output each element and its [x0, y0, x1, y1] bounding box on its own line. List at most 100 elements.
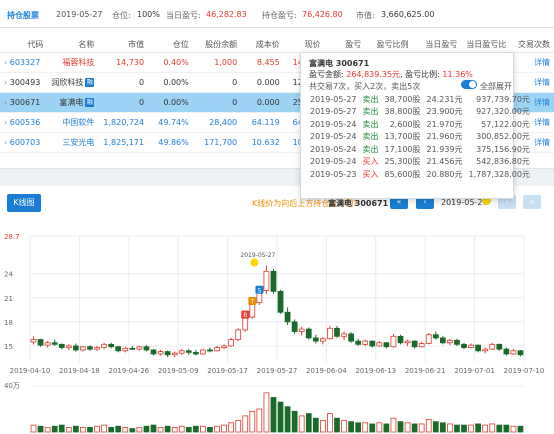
market-value-cell: 1,825,171	[98, 132, 149, 153]
trade-price: 21.960元	[426, 132, 463, 142]
col-position[interactable]: 仓位	[148, 36, 193, 53]
stock-code[interactable]: 300671	[10, 98, 41, 107]
detail-link[interactable]: 详情	[534, 138, 550, 147]
kline-panel: K线图 K线价为向后上方持仓价不同? 富满电 300671 « ‹ 2019-0…	[0, 186, 554, 434]
col-price[interactable]: 现价	[283, 36, 325, 53]
candle-body	[228, 339, 234, 347]
expand-arrow-icon[interactable]: ›	[4, 78, 7, 87]
col-trade-count[interactable]: 交易次数	[510, 36, 554, 53]
candle-body	[355, 340, 362, 345]
detail-link[interactable]: 详情	[534, 58, 550, 67]
summary-date: 2019-05-27	[56, 10, 103, 19]
volume-bar	[178, 425, 185, 433]
trade-date: 2019-05-24	[310, 157, 357, 167]
trade-amount: 375,156.90元	[476, 144, 530, 154]
stock-name[interactable]: 中国软件	[47, 112, 99, 133]
kline-date: 2019-05-27	[441, 198, 488, 207]
stock-name[interactable]: 福蓉科技	[47, 52, 99, 73]
expand-all-toggle[interactable]	[461, 80, 477, 89]
trade-action: 卖出	[362, 144, 379, 154]
x-tick-label: 2019-07-01	[454, 367, 495, 375]
last-button[interactable]: »	[523, 195, 541, 209]
volume-bar	[214, 425, 220, 433]
detail-link[interactable]: 详情	[534, 78, 550, 87]
expand-arrow-icon[interactable]: ›	[4, 118, 7, 127]
detail-link[interactable]: 详情	[534, 118, 550, 127]
volume-bar	[305, 413, 312, 433]
stock-name[interactable]: 润欣科技	[51, 78, 83, 87]
candle-body	[164, 351, 171, 356]
volume-bar	[390, 417, 397, 433]
col-cost[interactable]: 成本价	[241, 36, 284, 53]
candle-body	[461, 343, 467, 348]
trade-date: 2019-05-27	[310, 94, 357, 104]
candle-body	[115, 346, 122, 352]
candle-body	[320, 338, 326, 342]
candle-body	[298, 328, 305, 332]
candle-body	[305, 328, 312, 339]
candle-body	[221, 345, 227, 348]
cost-cell: 10.632	[241, 132, 284, 153]
col-shares[interactable]: 股份余额	[192, 36, 242, 53]
expand-arrow-icon[interactable]: ›	[4, 138, 7, 147]
volume-bar	[475, 423, 481, 433]
col-name[interactable]: 名称	[47, 36, 99, 53]
col-pl[interactable]: 盈亏	[324, 36, 366, 53]
candle-body	[80, 346, 86, 351]
volume-bar	[327, 413, 333, 433]
trade-amount: 1,787,328.00元	[468, 169, 530, 179]
stock-name[interactable]: 三安光电	[47, 132, 99, 153]
volume-bar	[108, 426, 115, 433]
detail-link[interactable]: 详情	[534, 98, 550, 107]
x-tick-label: 2019-06-13	[355, 367, 396, 375]
stock-code[interactable]: 600703	[10, 138, 41, 147]
candle-body	[235, 329, 242, 340]
stock-code[interactable]: 300493	[10, 78, 41, 87]
col-code[interactable]: 代码	[0, 36, 48, 53]
volume-bar	[256, 408, 263, 433]
hold-pl-label: 持仓盈亏:	[262, 11, 297, 20]
candle-body	[425, 334, 432, 344]
x-tick-label: 2019-05-09	[158, 367, 199, 375]
trade-qty: 17,100股	[384, 144, 421, 154]
expand-arrow-icon[interactable]: ›	[4, 58, 7, 67]
stock-code[interactable]: 603327	[10, 58, 41, 67]
popup-trade-summary: 共交易7次，买入2次，卖出5次	[309, 82, 421, 91]
position-cell: 0.00%	[148, 72, 193, 93]
candle-body	[94, 347, 100, 350]
expand-arrow-icon[interactable]: ›	[4, 98, 7, 107]
col-value[interactable]: 市值	[98, 36, 149, 53]
trade-qty: 13,700股	[384, 132, 421, 142]
col-day-pl-ratio[interactable]: 当日盈亏比	[461, 36, 511, 53]
stock-name[interactable]: 富满电	[59, 98, 83, 107]
market-value-cell: 0	[98, 92, 149, 113]
shares-cell: 171,700	[192, 132, 242, 153]
candle-body	[432, 334, 439, 339]
trade-date: 2019-05-24	[310, 119, 357, 129]
candle-body	[369, 340, 376, 347]
cost-cell: 0.000	[241, 92, 284, 113]
volume-bar	[44, 426, 51, 433]
candle-body	[411, 340, 418, 348]
candle-body	[334, 327, 340, 337]
kline-tab[interactable]: K线图	[7, 194, 41, 212]
kline-chart[interactable]: 28.7 24 21 18 15 2019-04-10 2019-04-18 2019-04-…	[0, 230, 554, 434]
candle-body	[136, 346, 143, 350]
trade-amount: 542,836.80元	[476, 157, 530, 167]
candle-body	[178, 350, 185, 354]
col-day-pl[interactable]: 当日盈亏	[412, 36, 462, 53]
stock-code[interactable]: 600536	[10, 118, 41, 127]
col-pl-ratio[interactable]: 盈亏比例	[365, 36, 413, 53]
shares-cell: 28,400	[192, 112, 242, 133]
candle-body	[30, 339, 37, 343]
candle-body	[447, 339, 453, 344]
trade-row: 2019-05-23 买入 85,600股 20.880元 1,787,328.00元	[307, 168, 533, 181]
volume-bar	[270, 397, 277, 433]
position-cell: 49.86%	[148, 132, 193, 153]
volume-bar	[157, 426, 164, 433]
candle-body	[341, 333, 347, 337]
position-label: 仓位:	[112, 11, 131, 20]
candle-body	[129, 347, 136, 350]
cost-cell: 0.000	[241, 72, 284, 93]
trade-list: 2019-05-27 卖出 38,700股 24.231元 937,739.70元 201…	[307, 93, 533, 181]
